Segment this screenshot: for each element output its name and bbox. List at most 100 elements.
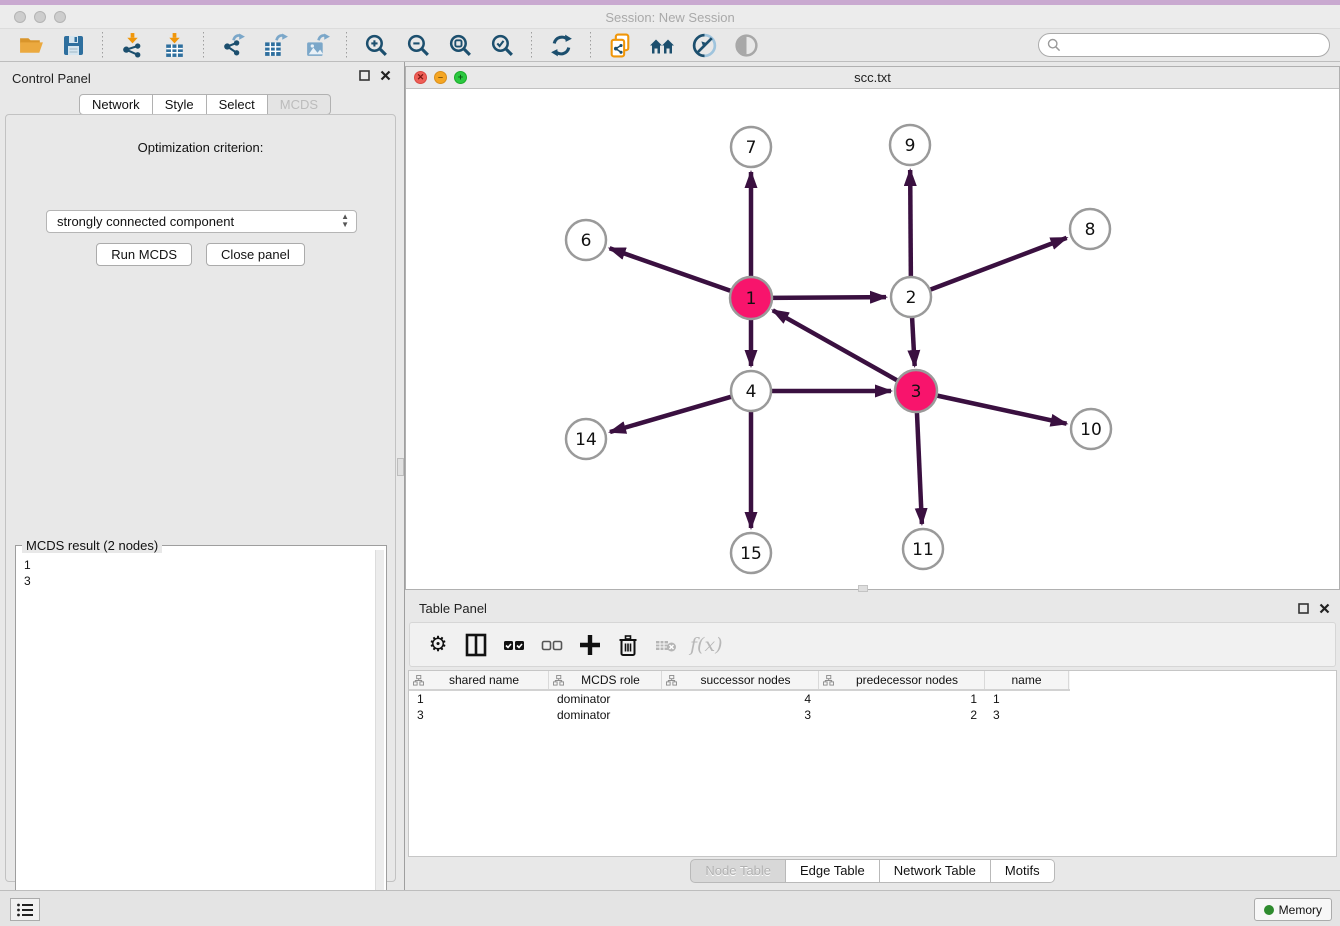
show-all-icon[interactable]: [731, 30, 761, 60]
table-cell[interactable]: 3: [985, 707, 1069, 723]
tab-style[interactable]: Style: [153, 94, 207, 115]
edge-1-2[interactable]: [771, 297, 886, 298]
float-panel-icon[interactable]: [359, 70, 370, 81]
delete-column-icon[interactable]: [614, 631, 642, 659]
float-table-panel-icon[interactable]: [1298, 603, 1309, 614]
edge-2-8[interactable]: [930, 238, 1067, 290]
table-settings-icon[interactable]: ⚙: [424, 631, 452, 659]
status-bar: Memory: [0, 890, 1340, 926]
column-type-icon: [666, 675, 677, 686]
column-header-predecessor-nodes[interactable]: predecessor nodes: [819, 671, 985, 689]
node-label: 3: [911, 382, 922, 402]
tab-select[interactable]: Select: [207, 94, 268, 115]
delete-table-icon[interactable]: [652, 631, 680, 659]
mcds-result-box: MCDS result (2 nodes) 13: [15, 545, 387, 923]
tab-motifs[interactable]: Motifs: [991, 859, 1055, 883]
table-cell[interactable]: 4: [662, 691, 819, 707]
network-window-title: scc.txt: [406, 70, 1339, 85]
column-header-successor-nodes[interactable]: successor nodes: [662, 671, 819, 689]
graph-node-15[interactable]: 15: [731, 533, 771, 573]
refresh-icon[interactable]: [546, 30, 576, 60]
table-cell[interactable]: 1: [409, 691, 549, 707]
edge-4-14[interactable]: [610, 397, 732, 432]
close-panel-button[interactable]: Close panel: [206, 243, 305, 266]
edge-2-9[interactable]: [910, 170, 911, 277]
task-history-button[interactable]: [10, 898, 40, 921]
graph-node-9[interactable]: 9: [890, 125, 930, 165]
graph-node-7[interactable]: 7: [731, 127, 771, 167]
table-row[interactable]: 1dominator411: [409, 691, 1336, 707]
graph-node-14[interactable]: 14: [566, 419, 606, 459]
graph-node-2[interactable]: 2: [891, 277, 931, 317]
deselect-all-icon[interactable]: [538, 631, 566, 659]
tab-mcds[interactable]: MCDS: [268, 94, 331, 115]
close-panel-icon[interactable]: [380, 70, 391, 81]
graph-node-8[interactable]: 8: [1070, 209, 1110, 249]
first-neighbors-icon[interactable]: [647, 30, 677, 60]
column-visibility-icon[interactable]: [462, 631, 490, 659]
table-panel-title: Table Panel: [419, 601, 487, 616]
tab-edge-table[interactable]: Edge Table: [786, 859, 880, 883]
hide-selected-icon[interactable]: [689, 30, 719, 60]
toolbar-separator: [102, 32, 103, 58]
mcds-panel: Optimization criterion: strongly connect…: [5, 114, 396, 882]
new-network-from-selection-icon[interactable]: [605, 30, 635, 60]
table-panel-header: Table Panel: [405, 595, 1340, 621]
graph-node-1[interactable]: 1: [730, 277, 772, 319]
tab-network-table[interactable]: Network Table: [880, 859, 991, 883]
table-cell[interactable]: 3: [662, 707, 819, 723]
table-header-row: shared nameMCDS rolesuccessor nodesprede…: [409, 671, 1070, 691]
horizontal-splitter-handle[interactable]: [858, 585, 868, 592]
mcds-result-item: 3: [24, 573, 376, 589]
search-input[interactable]: [1067, 38, 1321, 52]
edge-3-11[interactable]: [917, 411, 922, 524]
table-tabs: Node TableEdge TableNetwork TableMotifs: [405, 859, 1340, 883]
network-canvas[interactable]: 7 9 6 8 1 2 4 3 14 10 15 11: [406, 89, 1339, 589]
table-cell[interactable]: 2: [819, 707, 985, 723]
table-cell[interactable]: 1: [819, 691, 985, 707]
search-icon: [1047, 38, 1061, 52]
edge-3-10[interactable]: [936, 395, 1067, 423]
export-table-icon[interactable]: [260, 30, 290, 60]
export-image-icon[interactable]: [302, 30, 332, 60]
vertical-splitter-handle[interactable]: [397, 458, 404, 476]
table-cell[interactable]: dominator: [549, 691, 662, 707]
open-file-icon[interactable]: [16, 30, 46, 60]
mcds-result-list: 13: [16, 551, 376, 920]
tab-node-table[interactable]: Node Table: [690, 859, 786, 883]
graph-node-3[interactable]: 3: [895, 370, 937, 412]
optimization-criterion-select[interactable]: strongly connected component ▲▼: [46, 210, 357, 233]
zoom-fit-icon[interactable]: [445, 30, 475, 60]
edge-2-3[interactable]: [912, 317, 915, 366]
edge-3-1[interactable]: [773, 310, 899, 381]
zoom-selected-icon[interactable]: [487, 30, 517, 60]
table-cell[interactable]: dominator: [549, 707, 662, 723]
column-type-icon: [553, 675, 564, 686]
edge-1-6[interactable]: [610, 248, 733, 291]
add-column-icon[interactable]: [576, 631, 604, 659]
memory-button[interactable]: Memory: [1254, 898, 1332, 921]
import-network-icon[interactable]: [117, 30, 147, 60]
graph-node-11[interactable]: 11: [903, 529, 943, 569]
zoom-out-icon[interactable]: [403, 30, 433, 60]
table-cell[interactable]: 1: [985, 691, 1069, 707]
search-field[interactable]: [1038, 33, 1330, 57]
run-mcds-button[interactable]: Run MCDS: [96, 243, 192, 266]
import-table-icon[interactable]: [159, 30, 189, 60]
select-all-icon[interactable]: [500, 631, 528, 659]
export-network-icon[interactable]: [218, 30, 248, 60]
tab-network[interactable]: Network: [79, 94, 153, 115]
column-header-shared-name[interactable]: shared name: [409, 671, 549, 689]
save-session-icon[interactable]: [58, 30, 88, 60]
graph-node-10[interactable]: 10: [1071, 409, 1111, 449]
column-header-name[interactable]: name: [985, 671, 1069, 689]
graph-node-4[interactable]: 4: [731, 371, 771, 411]
graph-node-6[interactable]: 6: [566, 220, 606, 260]
table-cell[interactable]: 3: [409, 707, 549, 723]
result-scrollbar[interactable]: [375, 550, 384, 919]
node-label: 6: [581, 231, 592, 251]
zoom-in-icon[interactable]: [361, 30, 391, 60]
table-row[interactable]: 3dominator323: [409, 707, 1336, 723]
column-header-MCDS-role[interactable]: MCDS role: [549, 671, 662, 689]
close-table-panel-icon[interactable]: [1319, 603, 1330, 614]
